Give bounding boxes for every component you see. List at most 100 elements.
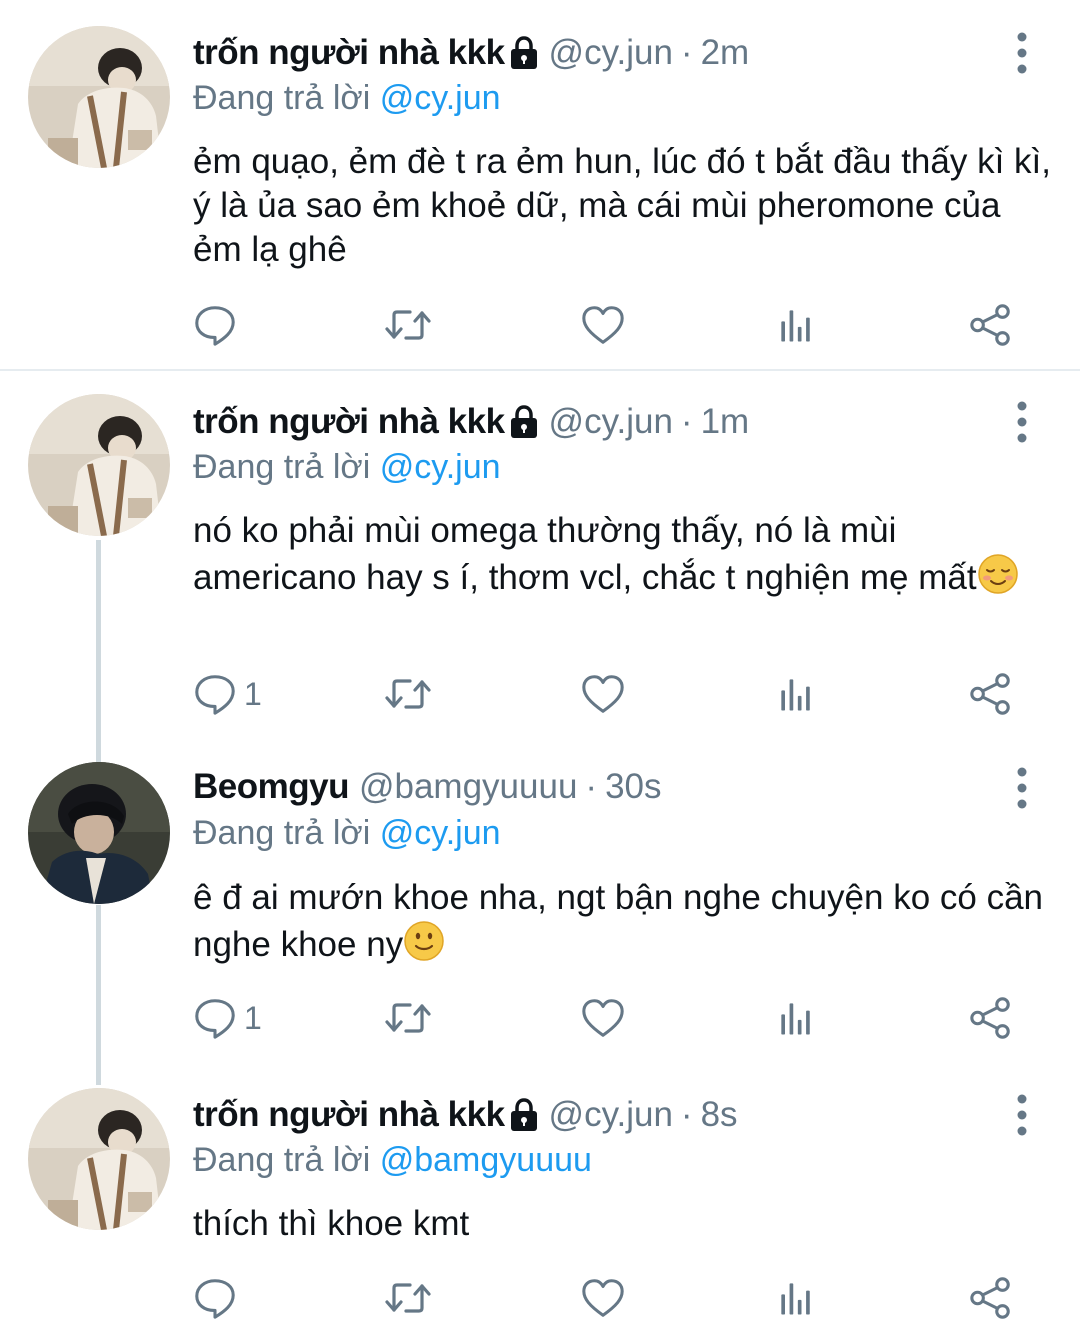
more-vertical-icon[interactable] [1008,1093,1036,1137]
retweet-button[interactable] [384,1270,432,1326]
analytics-icon [774,672,818,716]
retweet-button[interactable] [384,297,432,353]
analytics-button[interactable] [774,297,818,353]
tweet-divider [0,369,1080,371]
like-button[interactable] [580,297,626,353]
timestamp[interactable]: 2m [701,28,750,78]
replying-to: Đang trả lời @cy.jun [193,75,501,121]
reply-button[interactable] [192,297,244,353]
user-handle[interactable]: @cy.jun [549,397,673,447]
relieved-face-emoji [977,553,1019,595]
tweet-text: thích thì khoe kmt [193,1202,1053,1246]
tweet[interactable]: trốn người nhà kkk @cy.jun · 2m Đang trả… [0,0,1080,368]
more-vertical-icon[interactable] [1008,31,1036,75]
reply-icon [192,671,238,717]
mention-link[interactable]: @bamgyuuuu [380,1141,592,1179]
tweet[interactable]: trốn người nhà kkk @cy.jun · 1m Đang trả… [0,372,1080,732]
avatar[interactable] [28,1088,170,1230]
analytics-button[interactable] [774,666,818,722]
like-button[interactable] [580,666,626,722]
replying-to: Đang trả lời @cy.jun [193,444,501,490]
action-bar: 1 [0,666,1080,722]
mention-link[interactable]: @cy.jun [380,448,501,486]
more-vertical-icon[interactable] [1008,400,1036,444]
analytics-icon [774,996,818,1040]
tweet-text: ê đ ai mướn khoe nha, ngt bận nghe chuyệ… [193,876,1053,967]
action-bar [0,297,1080,353]
analytics-button[interactable] [774,990,818,1046]
reply-icon [192,1275,238,1321]
tweet-text-content: thích thì khoe kmt [193,1204,470,1243]
separator-dot: · [680,402,693,441]
retweet-icon [384,670,432,718]
slightly-smiling-face-emoji [403,920,445,962]
heart-icon [580,302,626,348]
mention-link[interactable]: @cy.jun [380,814,501,852]
tweet-header: trốn người nhà kkk @cy.jun · 1m [193,397,749,447]
tweet-text: nó ko phải mùi omega thường thấy, nó là … [193,509,1053,600]
timestamp[interactable]: 8s [701,1090,738,1140]
replying-to: Đang trả lời @bamgyuuuu [193,1137,592,1183]
retweet-icon [384,1274,432,1322]
lock-icon [509,1098,539,1132]
replying-to: Đang trả lời @cy.jun [193,810,501,856]
tweet[interactable]: Beomgyu @bamgyuuuu · 30s Đang trả lời @c… [0,740,1080,1070]
avatar[interactable] [28,762,170,904]
user-handle[interactable]: @bamgyuuuu [359,762,577,812]
retweet-icon [384,994,432,1042]
share-button[interactable] [968,297,1014,353]
replying-to-label: Đang trả lời [193,1141,371,1179]
lock-icon [509,405,539,439]
replying-to-label: Đang trả lời [193,814,371,852]
like-button[interactable] [580,1270,626,1326]
separator-dot: · [585,767,598,806]
replying-to-label: Đang trả lời [193,448,371,486]
heart-icon [580,671,626,717]
tweet-text-content: nó ko phải mùi omega thường thấy, nó là … [193,511,977,597]
action-bar [0,1270,1080,1326]
user-handle[interactable]: @cy.jun [549,1090,673,1140]
timestamp[interactable]: 30s [605,762,661,812]
timestamp[interactable]: 1m [701,397,750,447]
lock-icon [509,36,539,70]
display-name[interactable]: trốn người nhà kkk [193,1090,505,1140]
reply-icon [192,995,238,1041]
analytics-icon [774,1276,818,1320]
action-bar: 1 [0,990,1080,1046]
share-icon [968,671,1014,717]
reply-button[interactable] [192,1270,244,1326]
tweet-header: Beomgyu @bamgyuuuu · 30s [193,762,662,812]
share-icon [968,302,1014,348]
share-button[interactable] [968,666,1014,722]
replying-to-label: Đang trả lời [193,79,371,117]
analytics-icon [774,303,818,347]
mention-link[interactable]: @cy.jun [380,79,501,117]
like-button[interactable] [580,990,626,1046]
reply-button[interactable]: 1 [192,990,262,1046]
reply-button[interactable]: 1 [192,666,262,722]
more-vertical-icon[interactable] [1008,766,1036,810]
share-icon [968,1275,1014,1321]
user-handle[interactable]: @cy.jun [549,28,673,78]
analytics-button[interactable] [774,1270,818,1326]
share-button[interactable] [968,990,1014,1046]
separator-dot: · [680,1095,693,1134]
reply-count: 1 [244,675,262,712]
heart-icon [580,995,626,1041]
share-button[interactable] [968,1270,1014,1326]
tweet-header: trốn người nhà kkk @cy.jun · 2m [193,28,749,78]
separator-dot: · [680,33,693,72]
avatar[interactable] [28,394,170,536]
tweet[interactable]: trốn người nhà kkk @cy.jun · 8s Đang trả… [0,1066,1080,1340]
display-name[interactable]: trốn người nhà kkk [193,397,505,447]
tweet-text: ẻm quạo, ẻm đè t ra ẻm hun, lúc đó t bắt… [193,140,1053,272]
display-name[interactable]: trốn người nhà kkk [193,28,505,78]
retweet-button[interactable] [384,666,432,722]
display-name[interactable]: Beomgyu [193,762,349,812]
avatar[interactable] [28,26,170,168]
retweet-button[interactable] [384,990,432,1046]
heart-icon [580,1275,626,1321]
tweet-text-content: ê đ ai mướn khoe nha, ngt bận nghe chuyệ… [193,878,1044,964]
retweet-icon [384,301,432,349]
reply-count: 1 [244,999,262,1036]
